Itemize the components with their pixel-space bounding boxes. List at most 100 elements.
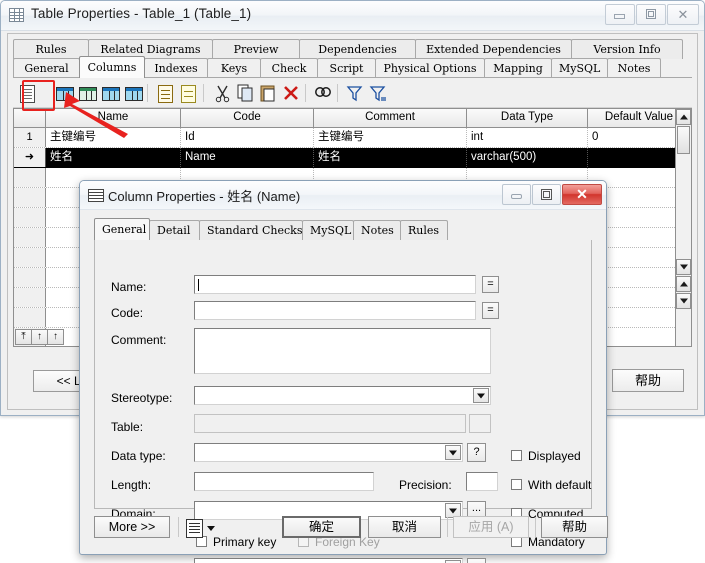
grid-vertical-scrollbar[interactable] [675, 108, 692, 347]
cell-comment[interactable]: 姓名 [314, 148, 467, 167]
tab-mapping[interactable]: Mapping [484, 58, 552, 78]
dialog-tab-rules[interactable]: Rules [400, 220, 448, 240]
table-row[interactable]: ➜ 姓名 Name 姓名 varchar(500) [14, 148, 691, 168]
move-to-top-button[interactable]: ⤒ [15, 329, 32, 345]
dialog-tab-detail[interactable]: Detail [149, 220, 200, 240]
note-bulb-icon[interactable] [178, 83, 199, 103]
dialog-tab-notes[interactable]: Notes [353, 220, 401, 240]
dialog-minimize-button[interactable] [502, 184, 531, 205]
row-marker [14, 308, 46, 327]
toolbar-separator [147, 84, 148, 102]
tab-mysql[interactable]: MySQL [551, 58, 608, 78]
code-label: Code: [111, 306, 144, 320]
name-equals-button[interactable]: = [482, 276, 499, 293]
precision-input[interactable] [466, 472, 498, 491]
cancel-button[interactable]: 取消 [368, 516, 441, 538]
main-help-button[interactable]: 帮助 [612, 369, 684, 392]
grid-header-code[interactable]: Code [181, 109, 314, 127]
chevron-down-icon[interactable] [207, 526, 215, 531]
name-input[interactable] [194, 275, 476, 294]
move-up-one-button[interactable]: ↑ [47, 329, 64, 345]
row-marker [14, 188, 46, 207]
length-input[interactable] [194, 472, 374, 491]
displayed-checkbox[interactable]: Displayed [511, 449, 581, 463]
scrollbar-thumb[interactable] [677, 126, 690, 154]
move-up-button[interactable]: ↑ [31, 329, 48, 345]
move-up-icon: ↑ [37, 331, 42, 342]
cell-code[interactable]: Name [181, 148, 314, 167]
tab-script[interactable]: Script [317, 58, 376, 78]
tab-version-info[interactable]: Version Info [571, 39, 683, 59]
grid-header-data-type[interactable]: Data Type [467, 109, 588, 127]
dialog-title: Column Properties - 姓名 (Name) [108, 189, 301, 204]
window-title: Table Properties - Table_1 (Table_1) [31, 6, 252, 21]
cut-icon[interactable] [212, 83, 233, 103]
chevron-down-icon[interactable] [473, 388, 489, 403]
copy-icon[interactable] [235, 83, 256, 103]
scroll-bottom-button[interactable] [676, 293, 691, 309]
dialog-tab-standard-checks[interactable]: Standard Checks [199, 220, 303, 240]
ok-button[interactable]: 确定 [282, 516, 361, 538]
data-type-combobox[interactable] [194, 443, 463, 462]
tab-rules[interactable]: Rules [13, 39, 89, 59]
code-input[interactable] [194, 301, 476, 320]
checkbox-box [511, 479, 522, 490]
data-type-help-button[interactable]: ? [467, 443, 486, 462]
scroll-down-button[interactable] [676, 259, 691, 275]
cell-data-type[interactable]: varchar(500) [467, 148, 588, 167]
move-top-icon: ⤒ [21, 331, 26, 342]
tab-notes[interactable]: Notes [607, 58, 661, 78]
precision-label: Precision: [399, 478, 452, 492]
cell-code[interactable]: Id [181, 128, 314, 147]
toolbar-separator-4 [337, 84, 338, 102]
row-marker [14, 228, 46, 247]
tab-physical-options[interactable]: Physical Options [375, 58, 485, 78]
tab-preview[interactable]: Preview [212, 39, 300, 59]
table-icon [9, 8, 24, 22]
delete-icon[interactable] [281, 83, 302, 103]
filter-edit-icon[interactable] [345, 83, 366, 103]
paste-icon[interactable] [258, 83, 279, 103]
list-menu-icon[interactable] [186, 519, 203, 538]
dialog-tab-mysql[interactable]: MySQL [302, 220, 354, 240]
scroll-top-button[interactable] [676, 276, 691, 292]
tab-row-lower: General Columns Indexes Keys Check Scrip… [13, 56, 692, 78]
more-button[interactable]: More >> [94, 516, 170, 538]
close-button[interactable]: ✕ [667, 4, 699, 25]
stereotype-combobox[interactable] [194, 386, 491, 405]
dialog-close-button[interactable]: ✕ [562, 184, 602, 205]
grid-header-comment[interactable]: Comment [314, 109, 467, 127]
dialog-help-button[interactable]: 帮助 [541, 516, 608, 538]
filter-icon[interactable] [368, 83, 389, 103]
sequence-combobox[interactable] [194, 558, 463, 563]
new-note-icon[interactable] [155, 83, 176, 103]
dialog-maximize-button[interactable] [532, 184, 561, 205]
code-equals-button[interactable]: = [482, 302, 499, 319]
tab-indexes[interactable]: Indexes [144, 58, 208, 78]
dialog-tab-general[interactable]: General [94, 218, 150, 240]
maximize-button[interactable] [636, 4, 666, 25]
with-default-label: With default [528, 478, 592, 492]
column-icon [88, 189, 104, 202]
cell-name[interactable]: 姓名 [46, 148, 181, 167]
tab-general[interactable]: General [13, 58, 80, 78]
scroll-up-button[interactable] [676, 109, 691, 125]
toolbar-separator-2 [203, 84, 204, 102]
cell-data-type[interactable]: int [467, 128, 588, 147]
tab-extended-dependencies[interactable]: Extended Dependencies [415, 39, 572, 59]
row-marker [14, 268, 46, 287]
tab-columns[interactable]: Columns [79, 56, 145, 78]
apply-button: 应用 (A) [453, 516, 529, 538]
minimize-button[interactable] [605, 4, 635, 25]
tab-dependencies[interactable]: Dependencies [299, 39, 416, 59]
tab-keys[interactable]: Keys [207, 58, 261, 78]
chevron-down-icon[interactable] [445, 445, 461, 460]
sequence-browse-button[interactable]: ... [467, 558, 486, 563]
dialog-button-bar: More >> 确定 取消 应用 (A) 帮助 [94, 513, 608, 543]
comment-textarea[interactable] [194, 328, 491, 374]
tab-check[interactable]: Check [260, 58, 318, 78]
find-icon[interactable] [313, 83, 334, 103]
close-icon: ✕ [677, 7, 689, 22]
cell-comment[interactable]: 主键编号 [314, 128, 467, 147]
with-default-checkbox[interactable]: With default [511, 478, 591, 492]
